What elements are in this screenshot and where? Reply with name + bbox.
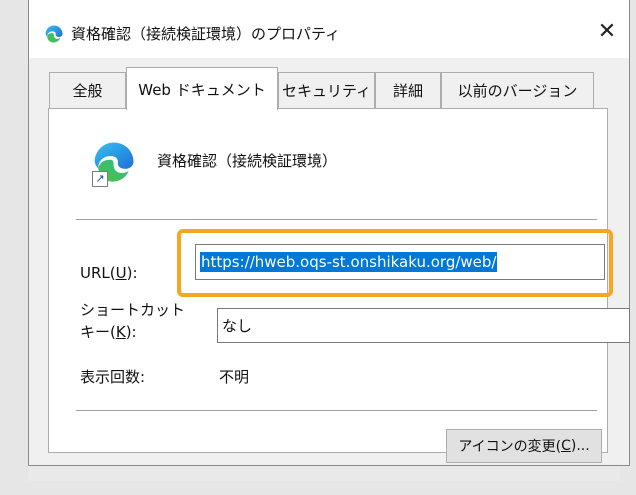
- tab-strip: 全般 Web ドキュメント セキュリティ 詳細 以前のバージョン: [29, 58, 629, 110]
- close-button[interactable]: ✕: [585, 10, 629, 54]
- url-highlight-box: [177, 229, 613, 297]
- background-left: [0, 0, 28, 495]
- visit-count-value: 不明: [219, 368, 250, 386]
- shortcut-key-field[interactable]: なし: [217, 308, 630, 343]
- tab-previous-versions[interactable]: 以前のバージョン: [441, 72, 594, 108]
- edge-icon: [45, 25, 63, 43]
- divider-top: [76, 219, 597, 220]
- tab-general[interactable]: 全般: [49, 72, 126, 108]
- close-icon: ✕: [597, 19, 617, 44]
- tab-details[interactable]: 詳細: [375, 72, 441, 108]
- shortcut-name: 資格確認（接続検証環境）: [157, 152, 338, 170]
- tab-security[interactable]: セキュリティ: [278, 72, 375, 108]
- window-title: 資格確認（接続検証環境）のプロパティ: [71, 25, 341, 43]
- tab-web-document[interactable]: Web ドキュメント: [126, 67, 278, 110]
- visit-count-label: 表示回数:: [80, 368, 146, 386]
- divider-bottom: [76, 410, 597, 411]
- change-icon-button[interactable]: アイコンの変更(C)...: [446, 429, 602, 463]
- shortcut-key-label: ショートカット キー(K):: [80, 301, 186, 341]
- background-bottom: [0, 481, 636, 495]
- title-bar: 資格確認（接続検証環境）のプロパティ ✕: [29, 0, 629, 58]
- shortcut-arrow-icon: ↗: [92, 171, 108, 187]
- url-label: URL(U):: [80, 264, 138, 282]
